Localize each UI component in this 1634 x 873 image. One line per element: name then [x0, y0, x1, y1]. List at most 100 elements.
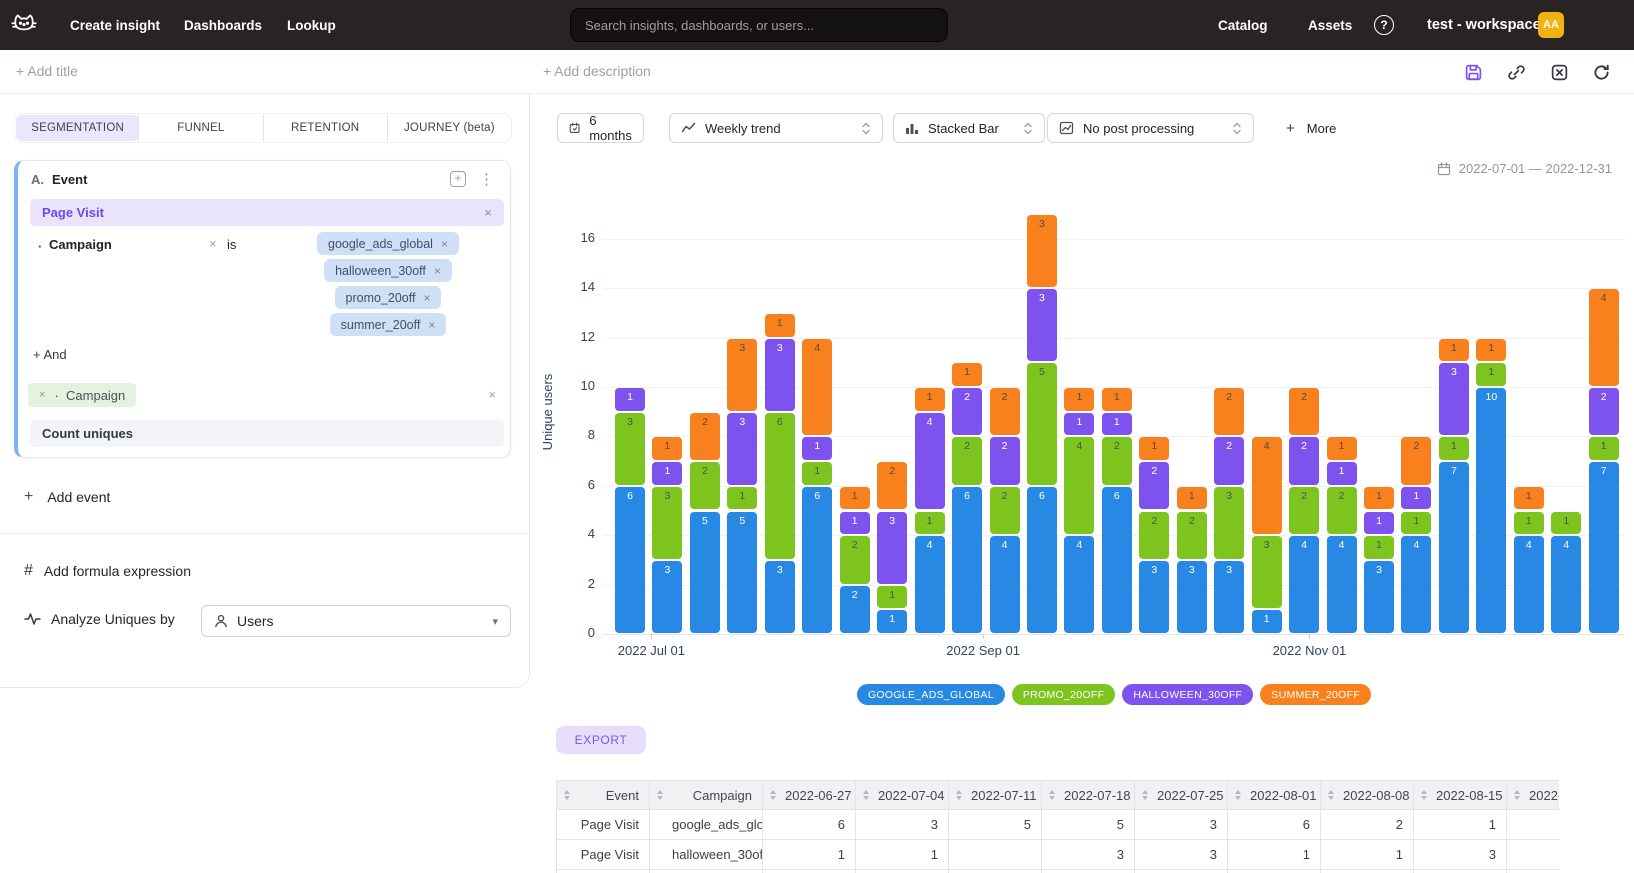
bar-segment-promo_20off[interactable]: 1 [727, 487, 757, 510]
bar-segment-google_ads_global[interactable]: 4 [1551, 536, 1581, 633]
bar-segment-halloween_30off[interactable]: 1 [802, 437, 832, 460]
bar-segment-halloween_30off[interactable]: 2 [1214, 437, 1244, 484]
add-event-button[interactable]: + Add event [24, 488, 110, 506]
bar-segment-halloween_30off[interactable]: 1 [1102, 413, 1132, 436]
filter-value-tag[interactable]: google_ads_global× [317, 232, 459, 255]
nav-create-insight[interactable]: Create insight [70, 0, 160, 50]
bar-segment-halloween_30off[interactable]: 1 [840, 512, 870, 535]
bar-segment-google_ads_global[interactable]: 3 [1139, 561, 1169, 633]
bar-segment-promo_20off[interactable]: 5 [1027, 363, 1057, 485]
bar-segment-promo_20off[interactable]: 3 [652, 487, 682, 559]
analyze-by-select[interactable]: Users ▾ [201, 605, 511, 637]
bar-segment-promo_20off[interactable]: 2 [1139, 512, 1169, 559]
bar-segment-google_ads_global[interactable]: 5 [690, 512, 720, 634]
remove-value-icon[interactable]: × [434, 264, 441, 278]
sort-icon[interactable] [1421, 790, 1427, 800]
app-logo-icon[interactable] [10, 11, 38, 39]
bar-segment-google_ads_global[interactable]: 3 [765, 561, 795, 633]
close-pending-filter-icon[interactable]: × [488, 387, 496, 402]
bar-segment-halloween_30off[interactable]: 3 [1439, 363, 1469, 435]
table-header[interactable]: 2022-07-04 [856, 781, 949, 810]
bar-segment-promo_20off[interactable]: 2 [952, 437, 982, 484]
bar-segment-google_ads_global[interactable]: 3 [652, 561, 682, 633]
bar-segment-summer_20off[interactable]: 2 [990, 388, 1020, 435]
bar-segment-halloween_30off[interactable]: 3 [765, 339, 795, 411]
sort-icon[interactable] [956, 790, 962, 800]
legend-pill-summer_20off[interactable]: SUMMER_20OFF [1260, 684, 1371, 705]
bar-segment-summer_20off[interactable]: 2 [690, 413, 720, 460]
bar-segment-halloween_30off[interactable]: 2 [952, 388, 982, 435]
close-insight-icon[interactable] [1550, 63, 1569, 82]
bar-segment-summer_20off[interactable]: 2 [1214, 388, 1244, 435]
bar-segment-google_ads_global[interactable]: 10 [1476, 388, 1506, 633]
remove-value-icon[interactable]: × [428, 318, 435, 332]
trend-select[interactable]: Weekly trend [669, 113, 883, 143]
bar-segment-halloween_30off[interactable]: 4 [915, 413, 945, 510]
bar-segment-summer_20off[interactable]: 4 [802, 339, 832, 436]
bar-segment-summer_20off[interactable]: 1 [652, 437, 682, 460]
bar-segment-promo_20off[interactable]: 3 [1214, 487, 1244, 559]
bar-segment-halloween_30off[interactable]: 1 [1364, 512, 1394, 535]
bar-segment-google_ads_global[interactable]: 2 [840, 586, 870, 633]
tab-segmentation[interactable]: SEGMENTATION [16, 115, 139, 141]
bar-segment-google_ads_global[interactable]: 6 [802, 487, 832, 633]
bar-segment-google_ads_global[interactable]: 4 [1327, 536, 1357, 633]
legend-pill-halloween_30off[interactable]: HALLOWEEN_30OFF [1122, 684, 1253, 705]
table-header[interactable]: 2022-06-27 [763, 781, 856, 810]
bar-segment-promo_20off[interactable]: 4 [1064, 437, 1094, 534]
bar-segment-promo_20off[interactable]: 2 [1327, 487, 1357, 534]
bar-segment-promo_20off[interactable]: 1 [802, 462, 832, 485]
bar-segment-summer_20off[interactable]: 1 [1177, 487, 1207, 510]
add-filter-icon[interactable]: + [450, 171, 466, 187]
table-header[interactable]: 2022-08-08 [1321, 781, 1414, 810]
bar-segment-google_ads_global[interactable]: 4 [990, 536, 1020, 633]
bar-segment-halloween_30off[interactable]: 2 [1589, 388, 1619, 435]
bar-segment-halloween_30off[interactable]: 1 [652, 462, 682, 485]
table-header[interactable]: 2022-07-11 [949, 781, 1042, 810]
table-header[interactable]: Campaign [650, 781, 763, 810]
bar-segment-promo_20off[interactable]: 1 [1401, 512, 1431, 535]
bar-segment-halloween_30off[interactable]: 3 [727, 413, 757, 485]
export-button[interactable]: EXPORT [556, 726, 646, 754]
table-header[interactable]: 2022-07-25 [1135, 781, 1228, 810]
bar-segment-halloween_30off[interactable]: 1 [1327, 462, 1357, 485]
bar-segment-summer_20off[interactable]: 4 [1252, 437, 1282, 534]
table-header[interactable]: 2022-08-22 [1507, 781, 1560, 810]
bar-segment-google_ads_global[interactable]: 4 [1514, 536, 1544, 633]
sort-icon[interactable] [1328, 790, 1334, 800]
aggregation-selector[interactable]: Count uniques [30, 420, 504, 447]
nav-dashboards[interactable]: Dashboards [184, 0, 262, 50]
bar-segment-summer_20off[interactable]: 1 [1064, 388, 1094, 411]
filter-value-tag[interactable]: promo_20off× [335, 286, 442, 309]
event-menu-icon[interactable]: ⋮ [479, 170, 494, 188]
filter-property[interactable]: Campaign [49, 237, 112, 252]
nav-assets[interactable]: Assets [1308, 0, 1352, 50]
bar-segment-summer_20off[interactable]: 1 [915, 388, 945, 411]
add-and-condition[interactable]: + And [33, 347, 67, 362]
add-description-field[interactable]: + Add description [543, 63, 651, 79]
sort-icon[interactable] [657, 790, 663, 800]
remove-event-icon[interactable]: × [484, 205, 492, 220]
table-header[interactable]: Event [557, 781, 650, 810]
filter-value-tag[interactable]: halloween_30off× [324, 259, 452, 282]
legend-pill-google_ads_global[interactable]: GOOGLE_ADS_GLOBAL [857, 684, 1005, 705]
sort-icon[interactable] [564, 790, 570, 800]
remove-value-icon[interactable]: × [441, 237, 448, 251]
bar-segment-promo_20off[interactable]: 1 [1439, 437, 1469, 460]
nav-catalog[interactable]: Catalog [1218, 0, 1268, 50]
bar-segment-summer_20off[interactable]: 1 [1364, 487, 1394, 510]
filter-operator[interactable]: is [227, 237, 236, 252]
bar-segment-promo_20off[interactable]: 2 [840, 536, 870, 583]
remove-pending-filter-icon[interactable]: × [39, 389, 45, 401]
sort-icon[interactable] [1514, 790, 1520, 800]
bar-segment-promo_20off[interactable]: 1 [877, 586, 907, 609]
legend-pill-promo_20off[interactable]: PROMO_20OFF [1012, 684, 1115, 705]
bar-segment-summer_20off[interactable]: 2 [1289, 388, 1319, 435]
bar-segment-promo_20off[interactable]: 1 [1589, 437, 1619, 460]
sort-icon[interactable] [1142, 790, 1148, 800]
bar-segment-google_ads_global[interactable]: 6 [1027, 487, 1057, 633]
bar-segment-google_ads_global[interactable]: 1 [1252, 610, 1282, 633]
bar-segment-summer_20off[interactable]: 1 [1514, 487, 1544, 510]
pending-filter[interactable]: × · Campaign [28, 383, 136, 407]
bar-segment-promo_20off[interactable]: 1 [915, 512, 945, 535]
